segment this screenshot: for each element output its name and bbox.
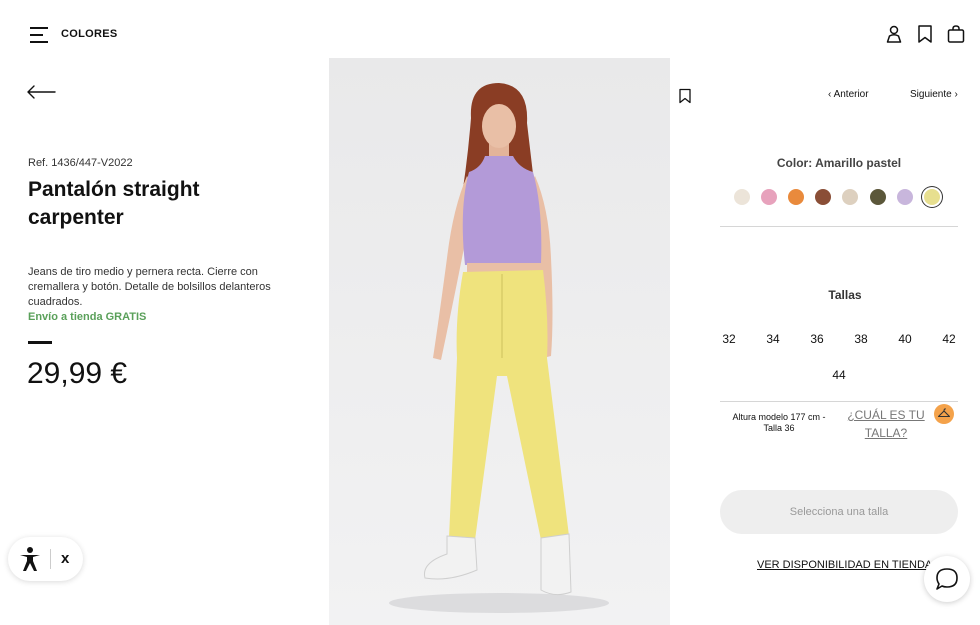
select-size-button[interactable]: Selecciona una talla (720, 490, 958, 534)
back-arrow-icon[interactable] (26, 84, 56, 100)
next-product-link[interactable]: Siguiente › (910, 89, 958, 100)
size-option[interactable]: 42 (934, 332, 964, 346)
size-option[interactable]: 40 (890, 332, 920, 346)
color-swatch[interactable] (761, 189, 778, 205)
next-label: Siguiente (910, 89, 952, 100)
color-swatch[interactable] (869, 189, 886, 205)
accessibility-widget: x (8, 537, 83, 581)
product-image[interactable] (329, 58, 670, 625)
accessibility-icon[interactable] (18, 546, 42, 572)
close-accessibility-button[interactable]: x (61, 550, 69, 567)
chevron-right-icon: › (951, 89, 958, 100)
chat-icon (936, 568, 958, 590)
divider (720, 401, 958, 402)
color-swatch[interactable] (896, 189, 913, 205)
size-option[interactable]: 34 (758, 332, 788, 346)
color-label: Color: Amarillo pastel (776, 156, 902, 170)
color-swatch[interactable] (734, 189, 750, 205)
free-shipping-note: Envío a tienda GRATIS (28, 311, 147, 323)
previous-label: Anterior (833, 89, 869, 100)
product-description: Jeans de tiro medio y pernera recta. Cie… (28, 266, 271, 308)
brand-logo[interactable]: COLORES (61, 28, 118, 40)
sizes-label: Tallas (828, 288, 862, 302)
store-availability-link[interactable]: VER DISPONIBILIDAD EN TIENDA (757, 559, 932, 571)
color-swatch[interactable] (815, 189, 832, 205)
divider (50, 549, 51, 569)
size-option[interactable]: 36 (802, 332, 832, 346)
color-swatch[interactable] (788, 189, 805, 205)
chat-button[interactable] (924, 556, 970, 602)
model-info: Altura modelo 177 cm - Talla 36 (732, 412, 826, 433)
menu-icon[interactable] (30, 26, 50, 44)
model-illustration (389, 83, 609, 613)
size-option[interactable]: 44 (824, 368, 854, 382)
previous-product-link[interactable]: ‹ Anterior (828, 89, 869, 100)
product-price: 29,99 € (27, 357, 128, 390)
divider (720, 226, 958, 227)
color-swatch[interactable] (923, 189, 940, 205)
save-item-icon[interactable] (678, 88, 692, 104)
bookmark-icon[interactable] (915, 24, 935, 44)
user-icon[interactable] (884, 24, 904, 44)
product-reference: Ref. 1436/447-V2022 (28, 157, 133, 169)
shopping-bag-icon[interactable] (946, 24, 966, 44)
price-divider (28, 341, 52, 344)
size-guide-link[interactable]: ¿CUÁL ES TU TALLA? (846, 406, 926, 442)
hanger-icon[interactable] (934, 404, 954, 424)
site-header: COLORES (0, 0, 980, 58)
color-swatch[interactable] (842, 189, 859, 205)
size-option[interactable]: 32 (714, 332, 744, 346)
size-option[interactable]: 38 (846, 332, 876, 346)
product-title: Pantalón straight carpenter (28, 178, 200, 229)
